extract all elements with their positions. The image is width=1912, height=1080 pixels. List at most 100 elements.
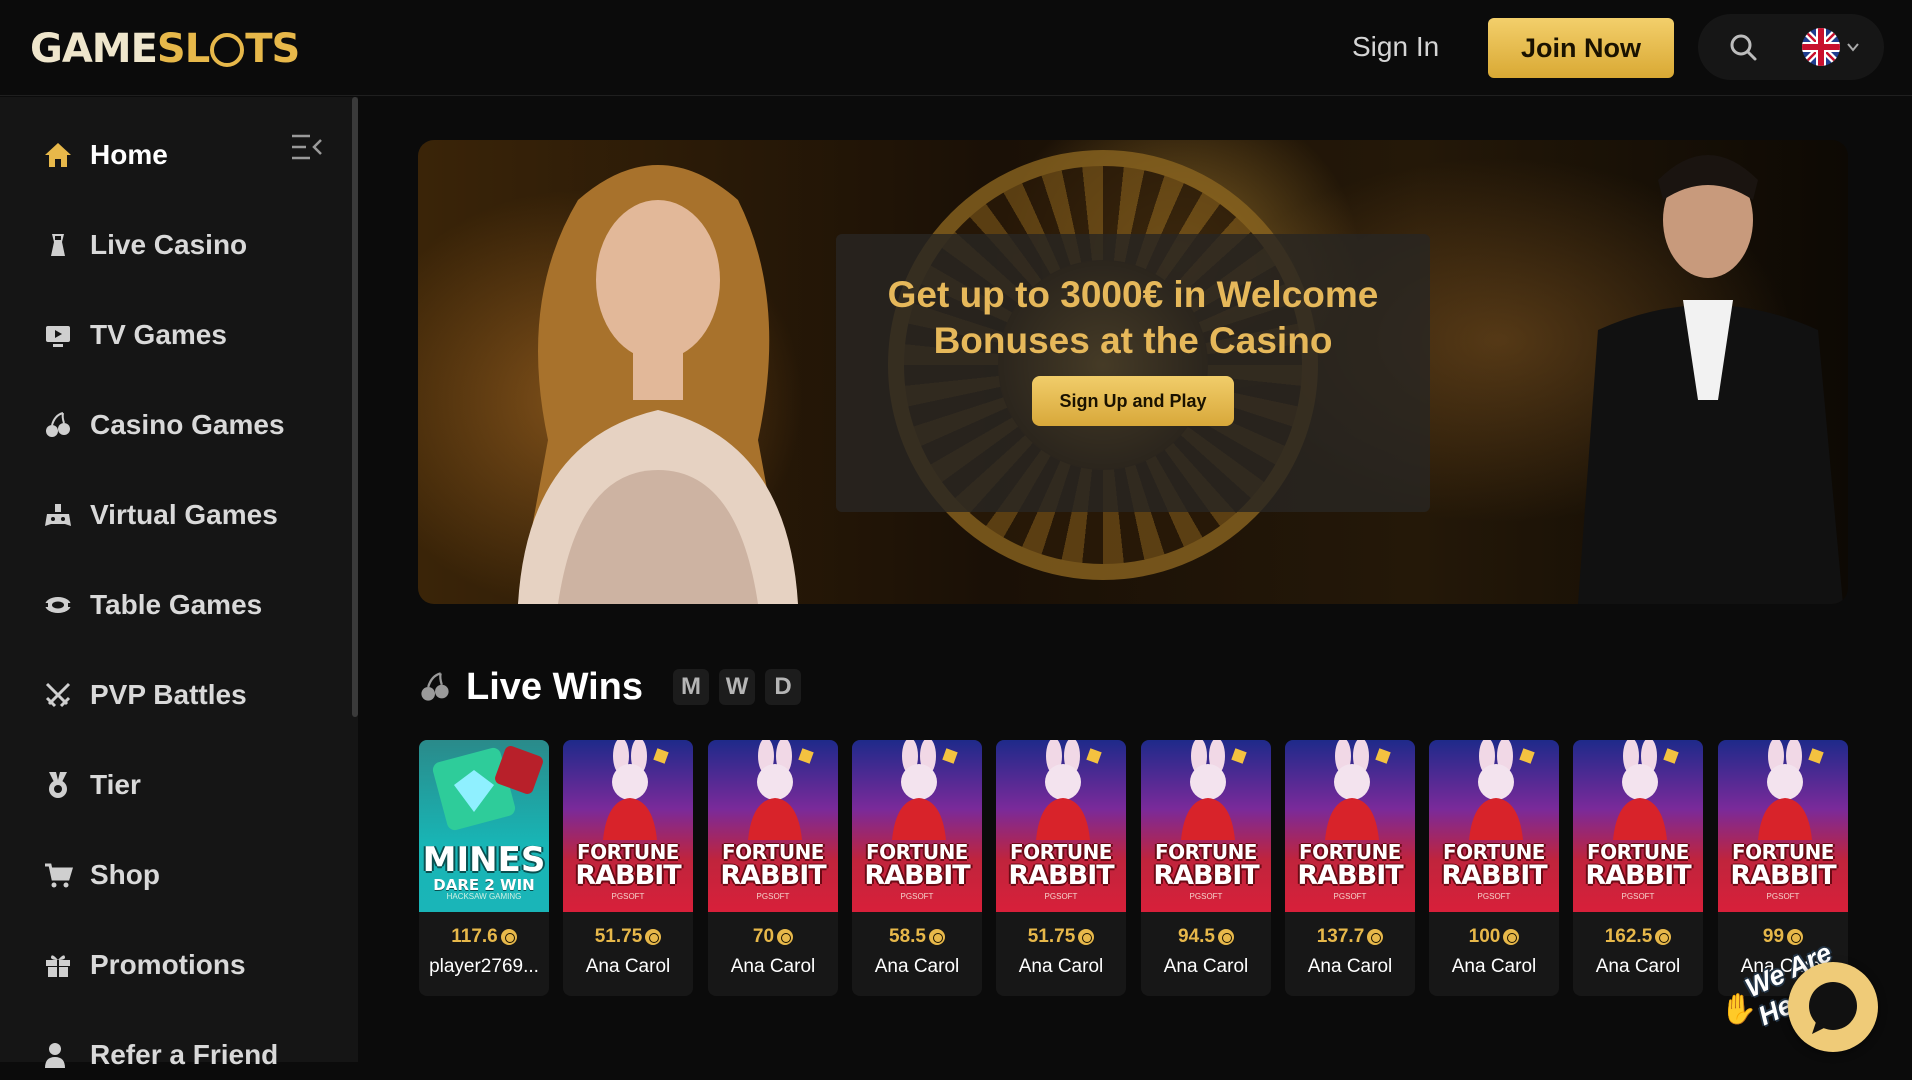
sidebar-item-label: PVP Battles (90, 679, 247, 710)
sidebar-item-promotions[interactable]: Promotions (40, 940, 330, 990)
currency-coin-icon (1655, 929, 1672, 945)
sidebar-item-home[interactable]: Home (40, 130, 330, 180)
live-win-card[interactable]: FORTUNE RABBIT PGSOFT 51.75 Ana Carol (563, 740, 693, 996)
game-thumbnail: FORTUNE RABBIT PGSOFT (852, 740, 982, 912)
live-win-card[interactable]: FORTUNE RABBIT PGSOFT 100 Ana Carol (1429, 740, 1559, 996)
live-win-card[interactable]: MINES DARE 2 WIN HACKSAW GAMING 117.6 player… (419, 740, 549, 996)
win-amount-value: 94.5 (1178, 926, 1215, 947)
join-now-button[interactable]: Join Now (1488, 18, 1674, 78)
currency-coin-icon (928, 929, 945, 945)
win-amount: 100 (1429, 926, 1559, 948)
game-title-line2: RABBIT (1730, 860, 1836, 891)
sidebar-item-shop[interactable]: Shop (40, 850, 330, 900)
game-studio: PGSOFT (900, 892, 934, 901)
game-studio: HACKSAW GAMING (446, 892, 522, 901)
search-icon[interactable] (1728, 32, 1758, 62)
win-amount-value: 162.5 (1604, 926, 1653, 947)
game-thumbnail: MINES DARE 2 WIN HACKSAW GAMING (419, 740, 549, 912)
sidebar-scrollbar[interactable] (352, 97, 358, 717)
game-studio: PGSOFT (1477, 892, 1511, 901)
logo-coin-icon (210, 33, 245, 67)
live-win-card[interactable]: FORTUNE RABBIT PGSOFT 51.75 Ana Carol (996, 740, 1126, 996)
game-title-line2: RABBIT (720, 860, 826, 891)
sidebar-item-label: Promotions (90, 949, 246, 980)
game-title-line2: RABBIT (1441, 860, 1547, 891)
win-amount-value: 51.75 (594, 926, 643, 947)
logo-text-ts: TS (245, 26, 300, 72)
player-name: Ana Carol (1595, 956, 1681, 977)
player-name: Ana Carol (874, 956, 960, 977)
cart-icon (40, 857, 76, 893)
live-win-card[interactable]: FORTUNE RABBIT PGSOFT 94.5 Ana Carol (1141, 740, 1271, 996)
sidebar-item-label: Casino Games (90, 409, 285, 440)
user-plus-icon (40, 1037, 76, 1073)
language-selector[interactable] (1802, 28, 1872, 66)
rabbit-character-icon (748, 740, 814, 840)
win-amount-value: 58.5 (889, 926, 926, 947)
promo-banner[interactable]: Get up to 3000€ in Welcome Bonuses at th… (418, 140, 1848, 604)
game-thumbnail: FORTUNE RABBIT PGSOFT (1285, 740, 1415, 912)
live-wins-list: MINES DARE 2 WIN HACKSAW GAMING 117.6 player… (419, 740, 1849, 996)
waving-hand-icon: ✋ (1720, 993, 1758, 1026)
win-amount: 162.5 (1573, 926, 1703, 948)
period-day-button[interactable]: D (765, 669, 802, 705)
diamond-icon (432, 746, 543, 831)
sidebar-item-tv-games[interactable]: TV Games (40, 310, 330, 360)
chat-widget[interactable]: We Are Here! ✋ (1720, 916, 1912, 1062)
win-amount-value: 51.75 (1027, 926, 1076, 947)
currency-coin-icon (1367, 929, 1384, 945)
dealer-icon (40, 227, 76, 263)
period-month-button[interactable]: M (673, 669, 710, 705)
tv-icon (40, 317, 76, 353)
game-studio: PGSOFT (1189, 892, 1223, 901)
game-thumbnail: FORTUNE RABBIT PGSOFT (1141, 740, 1271, 912)
chat-bubble-icon (1809, 982, 1857, 1034)
sidebar-item-label: Tier (90, 769, 141, 800)
sidebar-item-label: Home (90, 139, 168, 170)
sidebar-item-label: Live Casino (90, 229, 248, 260)
medal-icon (40, 767, 76, 803)
live-win-card[interactable]: FORTUNE RABBIT PGSOFT 70 Ana Carol (708, 740, 838, 996)
rabbit-character-icon (1181, 740, 1247, 840)
sidebar-item-label: TV Games (90, 319, 227, 350)
game-title-line2: RABBIT (1153, 860, 1259, 891)
rabbit-character-icon (1036, 740, 1102, 840)
cherries-icon (421, 672, 449, 701)
game-title-line2: RABBIT (575, 860, 681, 891)
sidebar-item-tier[interactable]: Tier (40, 760, 330, 810)
game-thumbnail: FORTUNE RABBIT PGSOFT (996, 740, 1126, 912)
sidebar-item-virtual-games[interactable]: Virtual Games (40, 490, 330, 540)
player-name: Ana Carol (730, 956, 816, 977)
sidebar-item-pvp-battles[interactable]: PVP Battles (40, 670, 330, 720)
promo-title: Get up to 3000€ in Welcome Bonuses at th… (887, 274, 1379, 361)
header-tools (1698, 14, 1884, 80)
period-week-button[interactable]: W (719, 669, 756, 705)
currency-coin-icon (1217, 929, 1234, 945)
live-win-card[interactable]: FORTUNE RABBIT PGSOFT 137.7 Ana Carol (1285, 740, 1415, 996)
sidebar-item-label: Refer a Friend (90, 1039, 279, 1070)
player-name: Ana Carol (585, 956, 671, 977)
game-thumbnail: FORTUNE RABBIT PGSOFT (708, 740, 838, 912)
uk-flag-icon (1802, 28, 1840, 66)
home-icon (40, 137, 76, 173)
sidebar-item-table-games[interactable]: Table Games (40, 580, 330, 630)
sidebar-item-refer-a-friend[interactable]: Refer a Friend (40, 1030, 330, 1080)
sign-up-and-play-button[interactable]: Sign Up and Play (1032, 376, 1234, 426)
sidebar-item-casino-games[interactable]: Casino Games (40, 400, 330, 450)
game-studio: PGSOFT (611, 892, 645, 901)
win-amount-value: 137.7 (1316, 926, 1365, 947)
gameslots-logo[interactable]: GAME SL TS (30, 26, 300, 72)
sidebar-item-live-casino[interactable]: Live Casino (40, 220, 330, 270)
sign-in-button[interactable]: Sign In (1352, 26, 1439, 68)
gift-icon (40, 947, 76, 983)
player-name: player2769... (429, 956, 539, 977)
currency-coin-icon (1503, 929, 1520, 945)
woman-image (518, 165, 798, 604)
currency-coin-icon (500, 929, 517, 945)
sidebar-item-label: Virtual Games (90, 499, 278, 530)
chat-button[interactable] (1788, 962, 1878, 1052)
game-thumbnail: FORTUNE RABBIT PGSOFT (1429, 740, 1559, 912)
live-win-card[interactable]: FORTUNE RABBIT PGSOFT 58.5 Ana Carol (852, 740, 982, 996)
rabbit-character-icon (603, 740, 669, 840)
live-win-card[interactable]: FORTUNE RABBIT PGSOFT 162.5 Ana Carol (1573, 740, 1703, 996)
